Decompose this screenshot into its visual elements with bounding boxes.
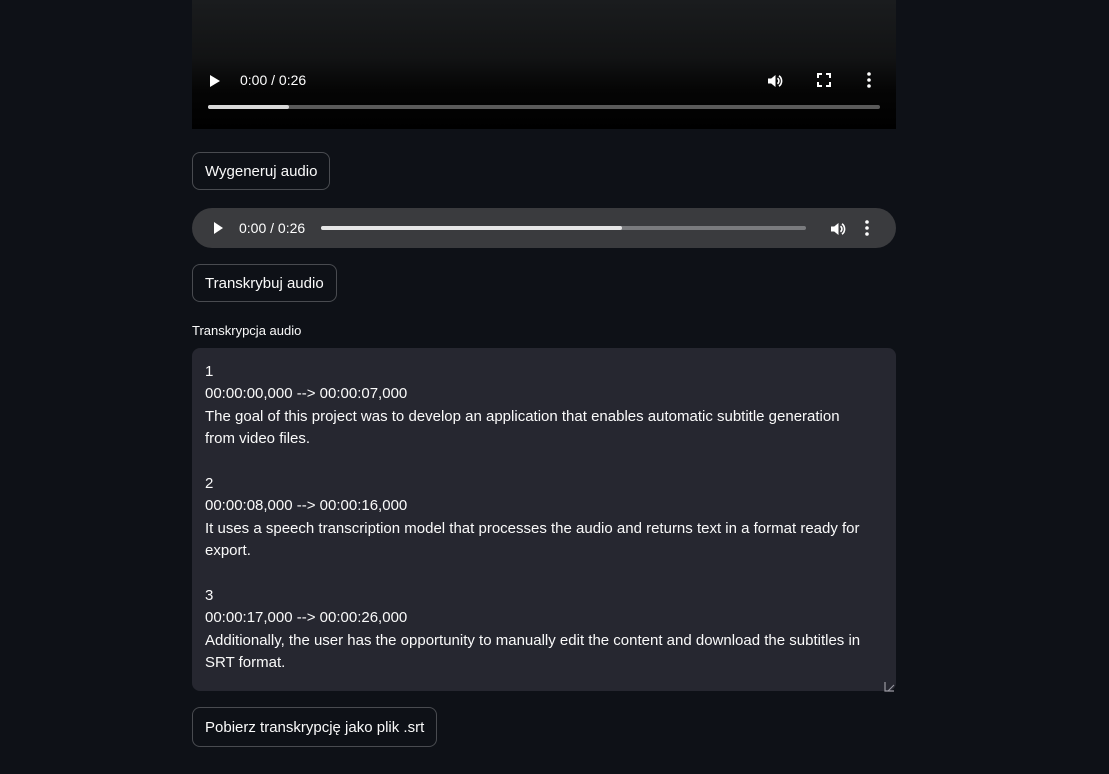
play-icon[interactable] [210,75,220,87]
download-srt-button[interactable]: Pobierz transkrypcję jako plik .srt [192,707,438,747]
play-icon[interactable] [214,222,223,234]
transcription-textarea[interactable]: 1 00:00:00,000 --> 00:00:07,000 The goal… [192,348,896,691]
more-vertical-icon[interactable] [866,72,872,93]
transcription-label: Transkrypcja audio [192,323,302,338]
audio-player[interactable]: 0:00 / 0:26 [192,208,896,248]
video-progress-bar[interactable] [208,105,880,109]
video-progress-fill [208,105,289,109]
transcribe-audio-button[interactable]: Transkrybuj audio [192,264,337,302]
audio-progress-fill [321,226,622,230]
fullscreen-icon[interactable] [817,73,831,92]
audio-time: 0:00 / 0:26 [239,220,306,236]
video-time: 0:00 / 0:26 [240,72,307,88]
volume-icon[interactable] [766,72,784,95]
generate-audio-button[interactable]: Wygeneruj audio [192,152,331,190]
more-vertical-icon[interactable] [864,220,870,241]
volume-icon[interactable] [829,220,847,243]
video-player[interactable]: 0:00 / 0:26 [192,0,896,129]
audio-progress-bar[interactable] [321,226,806,230]
